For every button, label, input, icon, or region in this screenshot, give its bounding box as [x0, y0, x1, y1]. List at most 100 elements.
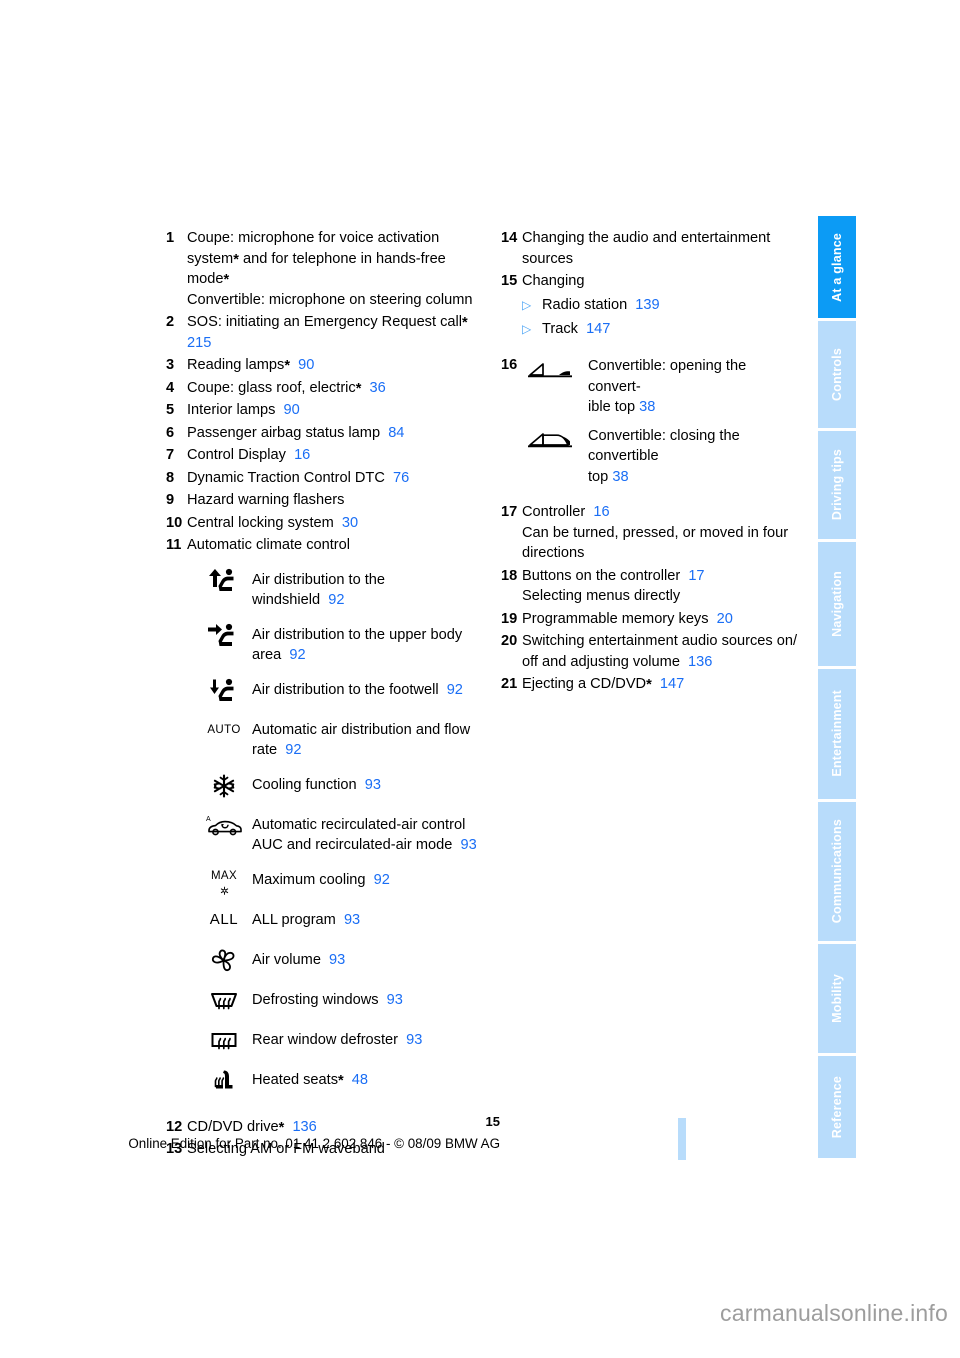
page-reference[interactable]: 30	[342, 515, 358, 531]
legend-item-number: 7	[166, 447, 175, 463]
sidebar-tab-controls[interactable]: Controls	[818, 321, 856, 428]
page-reference[interactable]: 93	[329, 952, 345, 968]
convertible-label-line2: top	[588, 468, 609, 485]
page-reference[interactable]: 84	[388, 425, 404, 441]
page-reference[interactable]: 36	[370, 380, 386, 396]
climate-label-line1: Air distribution to the	[252, 571, 386, 588]
legend-item-3: 3 Reading lamps* 90	[166, 355, 486, 376]
sidebar-tab-at-a-glance[interactable]: At a glance	[818, 216, 856, 319]
legend-sub-item-body: Track 147	[542, 319, 610, 340]
page-reference[interactable]: 93	[387, 992, 403, 1008]
sidebar-tab-reference[interactable]: Reference	[818, 1055, 856, 1158]
page-reference[interactable]: 76	[393, 470, 409, 486]
sidebar-tab-entertainment[interactable]: Entertainment	[818, 668, 856, 799]
heated-seat-icon	[200, 1066, 248, 1096]
page-reference[interactable]: 93	[365, 777, 381, 793]
climate-row-upper-body: Air distribution to the upper body area 9…	[200, 621, 486, 666]
legend-item-8: 8 Dynamic Traction Control DTC 76	[166, 468, 486, 489]
optional-equipment-asterisk: *	[284, 358, 291, 374]
legend-item-number: 11	[166, 537, 182, 553]
page-reference[interactable]: 38	[612, 469, 628, 485]
page-reference[interactable]: 93	[406, 1032, 422, 1048]
page-reference[interactable]: 16	[593, 504, 609, 520]
triangle-bullet-icon: ▷	[522, 321, 532, 336]
recirculated-air-car-icon: A	[200, 811, 248, 841]
legend-item-text-line2: off and adjusting volume	[522, 653, 680, 670]
climate-label-line1: Maximum cooling	[252, 871, 366, 888]
page-reference[interactable]: 93	[344, 912, 360, 928]
legend-item-text-line1: Switching entertainment audio sources on…	[522, 633, 798, 649]
legend-column-left: 1 Coupe: microphone for voice activation…	[166, 228, 486, 1162]
climate-label-line1: Automatic recirculated-air control	[252, 816, 466, 833]
legend-item-21: 21 Ejecting a CD/DVD* 147	[501, 674, 801, 695]
page-reference[interactable]: 92	[374, 872, 390, 888]
climate-label-line1: ALL program	[252, 911, 336, 928]
page-reference[interactable]: 38	[639, 399, 655, 415]
sidebar-tab-driving-tips[interactable]: Driving tips	[818, 430, 856, 539]
page-reference[interactable]: 92	[447, 682, 463, 698]
edition-notice: Online Edition for Part no. 01 41 2 602 …	[128, 1136, 500, 1151]
page-reference[interactable]: 16	[294, 447, 310, 463]
legend-item-number: 21	[501, 676, 518, 692]
convertible-label-line1: Convertible: closing the convertible	[588, 427, 740, 465]
page-reference[interactable]: 17	[688, 568, 704, 584]
page-reference[interactable]: 147	[660, 676, 684, 692]
legend-item-text: Dynamic Traction Control DTC	[187, 469, 385, 486]
legend-item-body: Buttons on the controller 17 Selecting me…	[522, 566, 801, 607]
legend-item-text: Changing	[522, 273, 585, 289]
climate-row-all-program: ALL ALL program 93	[200, 906, 486, 936]
climate-row-text: Air distribution to the windshield 92	[252, 566, 486, 611]
page-reference[interactable]: 92	[289, 647, 305, 663]
page-reference[interactable]: 92	[285, 742, 301, 758]
page-reference[interactable]: 48	[352, 1072, 368, 1088]
legend-item-17: 17 Controller 16 Can be turned, pressed, …	[501, 502, 801, 564]
optional-equipment-asterisk: *	[355, 380, 362, 397]
page-reference[interactable]: 90	[298, 357, 314, 373]
site-watermark: carmanualsonline.info	[720, 1300, 948, 1326]
climate-row-text: Cooling function 93	[252, 771, 486, 796]
climate-label-line2: area	[252, 647, 282, 663]
sidebar-tab-mobility[interactable]: Mobility	[818, 944, 856, 1053]
sidebar-tab-label: Entertainment	[830, 690, 844, 778]
climate-label-line1: Air distribution to the footwell	[252, 681, 439, 698]
legend-item-body: Coupe: microphone for voice activation s…	[187, 228, 486, 310]
legend-item-text-line1: Changing the audio and entertainment	[522, 230, 771, 246]
climate-label-line1: Rear window defroster	[252, 1031, 399, 1048]
page-reference[interactable]: 92	[328, 592, 344, 608]
legend-sub-item-radio-station: ▷ Radio station 139	[522, 295, 801, 316]
page-reference[interactable]: 90	[284, 402, 300, 418]
legend-item-text: Interior lamps	[187, 402, 276, 418]
legend-item-body: Hazard warning flashers	[187, 490, 486, 511]
legend-item-body: Automatic climate control	[187, 535, 486, 556]
page-reference[interactable]: 147	[586, 321, 610, 337]
climate-row-text: Air volume 93	[252, 946, 486, 971]
legend-item-9: 9 Hazard warning flashers	[166, 490, 486, 511]
legend-item-body: SOS: initiating an Emergency Request cal…	[187, 312, 486, 353]
page-reference[interactable]: 136	[688, 654, 712, 670]
legend-item-body: Dynamic Traction Control DTC 76	[187, 468, 486, 489]
legend-item-body: Changing the audio and entertainment sour…	[522, 228, 801, 269]
page-reference[interactable]: 93	[460, 837, 476, 853]
climate-row-text: Maximum cooling 92	[252, 866, 486, 891]
legend-column-right: 14 Changing the audio and entertainment s…	[501, 228, 801, 697]
page-reference[interactable]: 139	[635, 297, 659, 313]
all-program-icon-text: ALL	[209, 911, 239, 929]
page-reference[interactable]: 20	[717, 611, 733, 627]
legend-item-text-line2: sources	[522, 250, 574, 267]
sidebar-tab-label: Reference	[830, 1075, 844, 1138]
climate-row-recirculated-air: A Automatic recirculated-air control AUC …	[200, 811, 486, 856]
climate-row-cooling: Cooling function 93	[200, 771, 486, 801]
legend-item-text: SOS: initiating an Emergency Request cal…	[187, 314, 462, 330]
convertible-label-line2: ible top	[588, 399, 636, 415]
page-reference[interactable]: 215	[187, 335, 211, 351]
legend-item-body: Changing	[522, 271, 801, 292]
sidebar-tab-navigation[interactable]: Navigation	[818, 541, 856, 666]
max-cooling-snowflake-glyph	[220, 886, 228, 895]
climate-row-defrost-windows: Defrosting windows 93	[200, 986, 486, 1016]
legend-item-1: 1 Coupe: microphone for voice activation…	[166, 228, 486, 310]
air-distribution-windshield-icon	[200, 566, 248, 596]
sidebar-tab-communications[interactable]: Communications	[818, 801, 856, 942]
legend-item-body: Controller 16 Can be turned, pressed, or …	[522, 502, 801, 564]
